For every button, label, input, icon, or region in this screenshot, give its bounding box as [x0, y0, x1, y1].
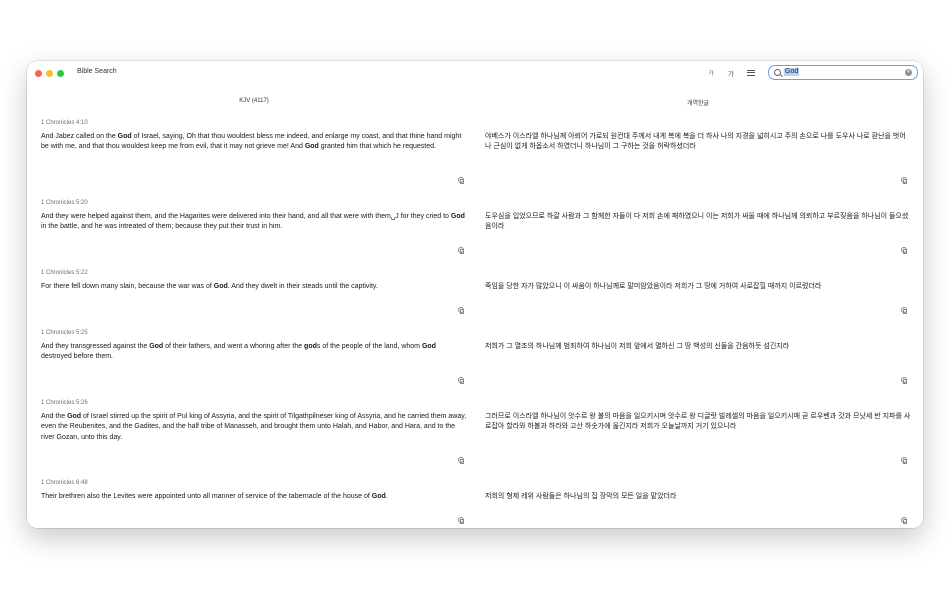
verse-text-segment: And they were helped against them, and t…: [41, 213, 451, 220]
list-icon: [747, 69, 755, 76]
korean-verse-text: 야베스가 이스라엘 하나님께 아뢰어 가로되 원컨대 주께서 내게 복에 복을 …: [485, 133, 906, 151]
close-window-button[interactable]: [35, 70, 42, 77]
increase-font-button[interactable]: 가: [725, 67, 737, 78]
kjv-verse-text: Their brethren also the Levites were app…: [41, 492, 467, 502]
search-highlight: God: [149, 343, 164, 350]
verse-reference: 1 Chronicles 5:26: [41, 400, 88, 406]
copy-icon[interactable]: [901, 377, 908, 384]
verse-reference: 1 Chronicles 5:25: [41, 330, 88, 336]
verse-reference: 1 Chronicles 5:22: [41, 270, 88, 276]
copy-icon[interactable]: [901, 177, 908, 184]
kjv-verse-text: And the God of Israel stirred up the spi…: [41, 412, 467, 443]
verse-text-segment: in the battle, and he was intreated of t…: [41, 223, 283, 231]
app-window: Bible Search 가 가 God ✕ KJV (4117) 개역한글 1…: [27, 61, 923, 528]
search-highlight: god: [304, 343, 317, 350]
verse-text-segment: s of the people of the land, whom: [316, 343, 422, 350]
verse-text-segment: And they transgressed against the: [41, 343, 150, 350]
search-highlight: God: [67, 413, 82, 420]
search-highlight: God: [371, 493, 386, 500]
copy-icon[interactable]: [458, 247, 465, 254]
clear-search-icon[interactable]: ✕: [905, 69, 912, 76]
kjv-verse-text: And they were helped against them, and t…: [41, 212, 467, 233]
verse-text-segment: destroyed before them.: [41, 353, 113, 361]
kjv-verse-text: And they transgressed against the God of…: [41, 342, 467, 363]
list-options-button[interactable]: [745, 67, 757, 78]
verse-text-segment: And Jabez called on the: [41, 133, 118, 140]
korean-verse-text: 저희가 그 열조의 하나님께 범죄하여 하나님이 저희 앞에서 멸하신 그 땅 …: [485, 343, 790, 350]
copy-icon[interactable]: [458, 377, 465, 384]
search-highlight: God: [450, 213, 465, 220]
copy-icon[interactable]: [901, 307, 908, 314]
kjv-verse-text: And Jabez called on the God of Israel, s…: [41, 132, 467, 153]
korean-verse-text: 도우심을 입었으므로 하갈 사람과 그 함께한 자들이 다 저희 손에 패하였으…: [485, 213, 909, 231]
verse-text-segment: Their brethren also the Levites were app…: [41, 493, 372, 500]
verse-reference: 1 Chronicles 5:20: [41, 200, 88, 206]
search-highlight: God: [213, 283, 228, 290]
search-highlight: God: [304, 143, 319, 151]
verse-text-segment: .: [385, 493, 388, 500]
search-highlight: God: [117, 133, 132, 140]
verse-text-segment: of their fathers, and went a whoring aft…: [163, 343, 305, 350]
verse-text-segment: And the: [41, 413, 68, 420]
copy-icon[interactable]: [458, 457, 465, 464]
verse-text-segment: granted him that which he requested.: [318, 143, 436, 151]
search-highlight: God: [421, 343, 436, 350]
verse-text-segment: For there fell down many slain, because …: [41, 283, 214, 290]
copy-icon[interactable]: [458, 517, 465, 524]
search-field[interactable]: God ✕: [768, 65, 918, 80]
copy-icon[interactable]: [901, 457, 908, 464]
copy-icon[interactable]: [901, 517, 908, 524]
window-title: Bible Search: [77, 68, 117, 75]
verse-text-segment: of Israel stirred up the spirit of Pul k…: [41, 413, 467, 441]
copy-icon[interactable]: [458, 307, 465, 314]
verse-reference: 1 Chronicles 4:10: [41, 120, 88, 126]
kjv-verse-text: For there fell down many slain, because …: [41, 282, 467, 292]
minimize-window-button[interactable]: [46, 70, 53, 77]
verse-reference: 1 Chronicles 6:48: [41, 480, 88, 486]
search-icon: [774, 69, 781, 76]
search-input[interactable]: God: [784, 68, 800, 76]
korean-verse-text: 그러므로 이스라엘 하나님이 앗수르 왕 불의 마음을 일으키시며 앗수르 왕 …: [485, 413, 911, 431]
kjv-column-header: KJV (4117): [239, 98, 269, 104]
copy-icon[interactable]: [458, 177, 465, 184]
decrease-font-button[interactable]: 가: [705, 67, 717, 78]
title-bar: Bible Search 가 가 God ✕: [27, 61, 923, 85]
korean-verse-text: 죽임을 당한 자가 많았으니 이 싸움이 하나님께로 말미암았음이라 저희가 그…: [485, 283, 822, 290]
zoom-window-button[interactable]: [57, 70, 64, 77]
copy-icon[interactable]: [901, 247, 908, 254]
korean-column-header: 개역한글: [686, 101, 710, 107]
verse-text-segment: . And they dwelt in their steads until t…: [227, 283, 378, 290]
korean-verse-text: 저희의 형제 레위 사람들은 하나님의 집 장막의 모든 일을 맡았더라: [485, 493, 677, 500]
